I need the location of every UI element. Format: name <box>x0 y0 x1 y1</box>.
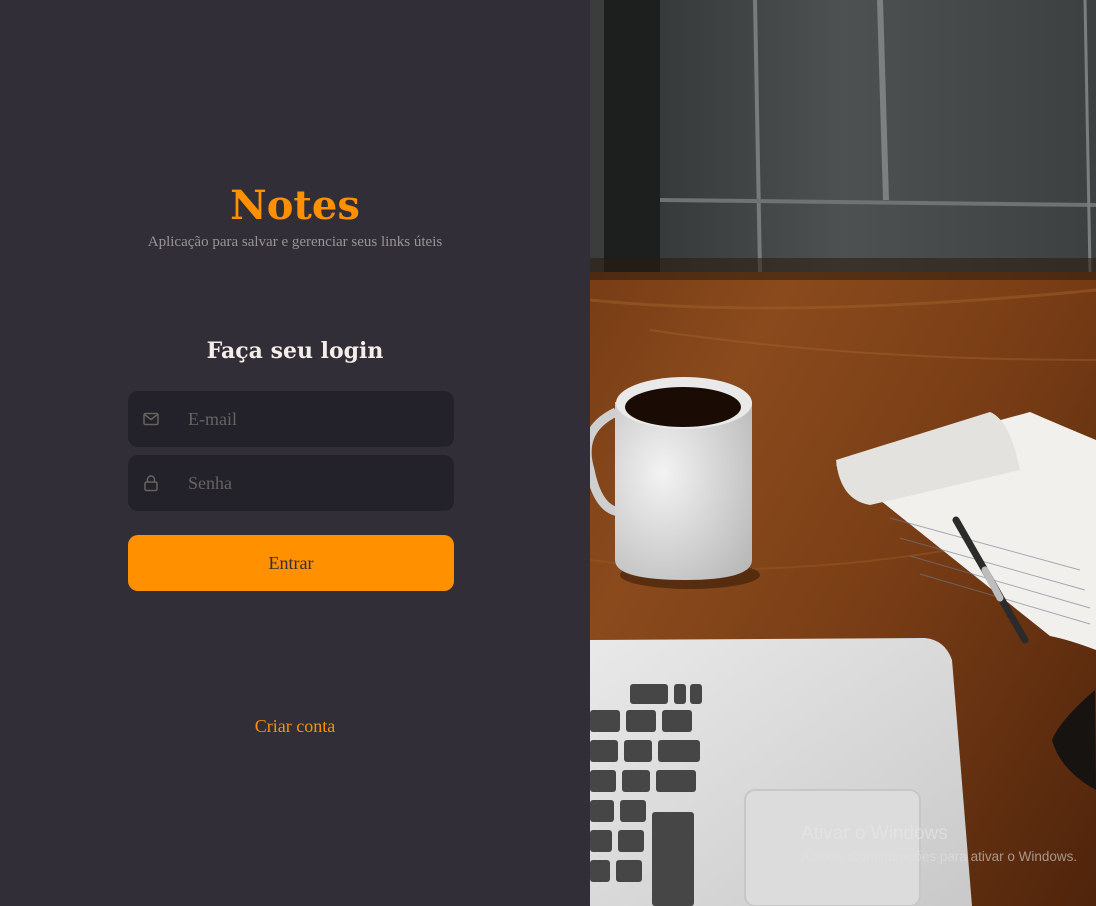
background-photo <box>590 0 1096 906</box>
mail-icon <box>142 410 160 428</box>
email-field-container <box>128 391 454 447</box>
lock-icon <box>142 474 160 492</box>
password-input[interactable] <box>188 455 438 511</box>
create-account-link[interactable]: Criar conta <box>0 714 590 738</box>
os-activation-watermark-title: Ativar o Windows <box>801 823 948 844</box>
os-activation-watermark-subtitle: Acesse Configurações para ativar o Windo… <box>801 849 1078 864</box>
login-panel: Notes Aplicação para salvar e gerenciar … <box>0 0 590 906</box>
app-tagline: Aplicação para salvar e gerenciar seus l… <box>147 234 443 250</box>
login-heading: Faça seu login <box>206 338 384 364</box>
email-input[interactable] <box>188 391 438 447</box>
login-submit-button[interactable]: Entrar <box>128 535 454 591</box>
password-field-container <box>128 455 454 511</box>
app-title: Notes <box>230 182 360 229</box>
